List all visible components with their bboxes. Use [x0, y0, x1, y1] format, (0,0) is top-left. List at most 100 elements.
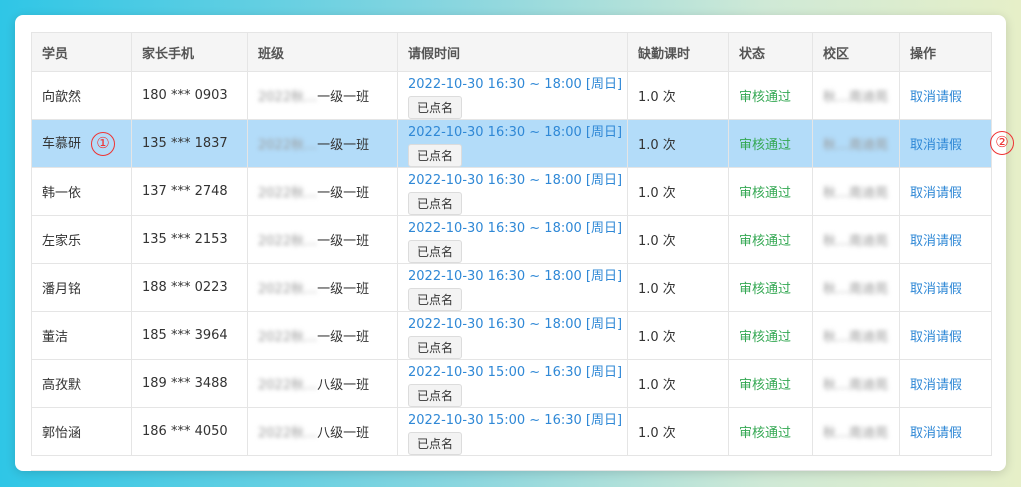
cell-class: 2022秋…一级一班: [247, 311, 398, 360]
cell-student: 左家乐: [31, 215, 132, 264]
col-header-actions: 操作: [899, 32, 992, 72]
cell-phone: 186 *** 4050: [131, 407, 248, 456]
cell-actions: 取消请假: [899, 167, 992, 216]
cancel-leave-link[interactable]: 取消请假: [910, 282, 962, 297]
table-row[interactable]: 左家乐 135 *** 2153 2022秋…一级一班 2022-10-30 1…: [31, 215, 992, 264]
table-row[interactable]: 车慕研 ① 135 *** 1837 2022秋…一级一班 2022-10-30 …: [31, 119, 992, 168]
table-bottom-edge: [31, 470, 991, 471]
cell-actions: 取消请假: [899, 359, 992, 408]
cell-actions: 取消请假: [899, 311, 992, 360]
class-term-redacted: 2022秋…: [258, 330, 318, 345]
campus-redacted: 秋…南迪苑: [823, 234, 889, 249]
cancel-leave-link[interactable]: 取消请假: [910, 234, 962, 249]
leave-time-text: 2022-10-30 16:30 ~ 18:00 [周日]: [408, 124, 623, 140]
cell-absent-hours: 1.0 次: [627, 263, 729, 312]
leave-time-text: 2022-10-30 16:30 ~ 18:00 [周日]: [408, 76, 623, 92]
campus-redacted: 秋…南迪苑: [823, 378, 889, 393]
cell-absent-hours: 1.0 次: [627, 119, 729, 168]
col-header-student: 学员: [31, 32, 132, 72]
cell-student: 郭怡涵: [31, 407, 132, 456]
cell-student: 高孜默: [31, 359, 132, 408]
class-term-redacted: 2022秋…: [258, 186, 318, 201]
table-row[interactable]: 潘月铭 188 *** 0223 2022秋…一级一班 2022-10-30 1…: [31, 263, 992, 312]
leave-time-text: 2022-10-30 16:30 ~ 18:00 [周日]: [408, 316, 623, 332]
class-name: 一级一班: [317, 138, 370, 153]
leave-requests-table: 学员 家长手机 班级 请假时间 缺勤课时 状态 校区 操作 向歆然 180 **…: [31, 32, 992, 456]
campus-redacted: 秋…南迪苑: [823, 138, 889, 153]
cancel-leave-link[interactable]: 取消请假: [910, 426, 962, 441]
cell-leave-time: 2022-10-30 15:00 ~ 16:30 [周日] 已点名: [397, 359, 628, 408]
class-term-redacted: 2022秋…: [258, 426, 318, 441]
table-row[interactable]: 董洁 185 *** 3964 2022秋…一级一班 2022-10-30 16…: [31, 311, 992, 360]
cell-phone: 135 *** 2153: [131, 215, 248, 264]
col-header-phone: 家长手机: [131, 32, 248, 72]
table-header-row: 学员 家长手机 班级 请假时间 缺勤课时 状态 校区 操作: [31, 32, 992, 72]
roll-call-badge: 已点名: [408, 95, 463, 119]
leave-time-text: 2022-10-30 16:30 ~ 18:00 [周日]: [408, 220, 623, 236]
class-name: 一级一班: [317, 282, 370, 297]
cell-campus: 秋…南迪苑: [812, 407, 900, 456]
class-term-redacted: 2022秋…: [258, 282, 318, 297]
cell-absent-hours: 1.0 次: [627, 71, 729, 120]
student-name: 韩一依: [42, 186, 82, 201]
roll-call-badge: 已点名: [408, 383, 463, 407]
cell-class: 2022秋…一级一班: [247, 167, 398, 216]
cell-leave-time: 2022-10-30 16:30 ~ 18:00 [周日] 已点名: [397, 311, 628, 360]
cell-leave-time: 2022-10-30 16:30 ~ 18:00 [周日] 已点名: [397, 215, 628, 264]
cell-status: 审核通过: [728, 167, 813, 216]
cancel-leave-link[interactable]: 取消请假: [910, 90, 962, 105]
roll-call-badge: 已点名: [408, 239, 463, 263]
cell-student: 董洁: [31, 311, 132, 360]
leave-time-text: 2022-10-30 15:00 ~ 16:30 [周日]: [408, 412, 623, 428]
cell-actions: 取消请假: [899, 119, 992, 168]
cell-leave-time: 2022-10-30 16:30 ~ 18:00 [周日] 已点名: [397, 167, 628, 216]
roll-call-badge: 已点名: [408, 431, 463, 455]
cancel-leave-link[interactable]: 取消请假: [910, 138, 962, 153]
cell-student: 向歆然: [31, 71, 132, 120]
cell-status: 审核通过: [728, 119, 813, 168]
table-row[interactable]: 韩一依 137 *** 2748 2022秋…一级一班 2022-10-30 1…: [31, 167, 992, 216]
cancel-leave-link[interactable]: 取消请假: [910, 330, 962, 345]
table-row[interactable]: 郭怡涵 186 *** 4050 2022秋…八级一班 2022-10-30 1…: [31, 407, 992, 456]
cell-phone: 137 *** 2748: [131, 167, 248, 216]
table-row[interactable]: 高孜默 189 *** 3488 2022秋…八级一班 2022-10-30 1…: [31, 359, 992, 408]
cell-actions: 取消请假: [899, 407, 992, 456]
cell-phone: 180 *** 0903: [131, 71, 248, 120]
class-name: 八级一班: [317, 426, 370, 441]
campus-redacted: 秋…南迪苑: [823, 282, 889, 297]
roll-call-badge: 已点名: [408, 335, 463, 359]
cell-actions: 取消请假: [899, 215, 992, 264]
cancel-leave-link[interactable]: 取消请假: [910, 378, 962, 393]
annotation-marker-1: ①: [91, 131, 116, 156]
cell-student: 车慕研 ①: [31, 119, 132, 168]
roll-call-badge: 已点名: [408, 143, 463, 167]
cell-campus: 秋…南迪苑: [812, 119, 900, 168]
roll-call-badge: 已点名: [408, 191, 463, 215]
cell-absent-hours: 1.0 次: [627, 407, 729, 456]
class-name: 一级一班: [317, 186, 370, 201]
cell-campus: 秋…南迪苑: [812, 215, 900, 264]
table-row[interactable]: 向歆然 180 *** 0903 2022秋…一级一班 2022-10-30 1…: [31, 71, 992, 120]
annotation-marker-2: ②: [990, 131, 1014, 155]
cell-leave-time: 2022-10-30 16:30 ~ 18:00 [周日] 已点名: [397, 71, 628, 120]
campus-redacted: 秋…南迪苑: [823, 186, 889, 201]
cell-class: 2022秋…一级一班: [247, 71, 398, 120]
cell-campus: 秋…南迪苑: [812, 359, 900, 408]
col-header-class: 班级: [247, 32, 398, 72]
col-header-leave-time: 请假时间: [397, 32, 628, 72]
cell-absent-hours: 1.0 次: [627, 311, 729, 360]
campus-redacted: 秋…南迪苑: [823, 330, 889, 345]
class-term-redacted: 2022秋…: [258, 234, 318, 249]
cell-absent-hours: 1.0 次: [627, 215, 729, 264]
cell-class: 2022秋…八级一班: [247, 359, 398, 408]
student-name: 左家乐: [42, 234, 82, 249]
class-name: 一级一班: [317, 234, 370, 249]
leave-time-text: 2022-10-30 16:30 ~ 18:00 [周日]: [408, 268, 623, 284]
class-term-redacted: 2022秋…: [258, 138, 318, 153]
cell-status: 审核通过: [728, 215, 813, 264]
cell-phone: 135 *** 1837: [131, 119, 248, 168]
class-name: 一级一班: [317, 90, 370, 105]
campus-redacted: 秋…南迪苑: [823, 90, 889, 105]
leave-time-text: 2022-10-30 15:00 ~ 16:30 [周日]: [408, 364, 623, 380]
cancel-leave-link[interactable]: 取消请假: [910, 186, 962, 201]
